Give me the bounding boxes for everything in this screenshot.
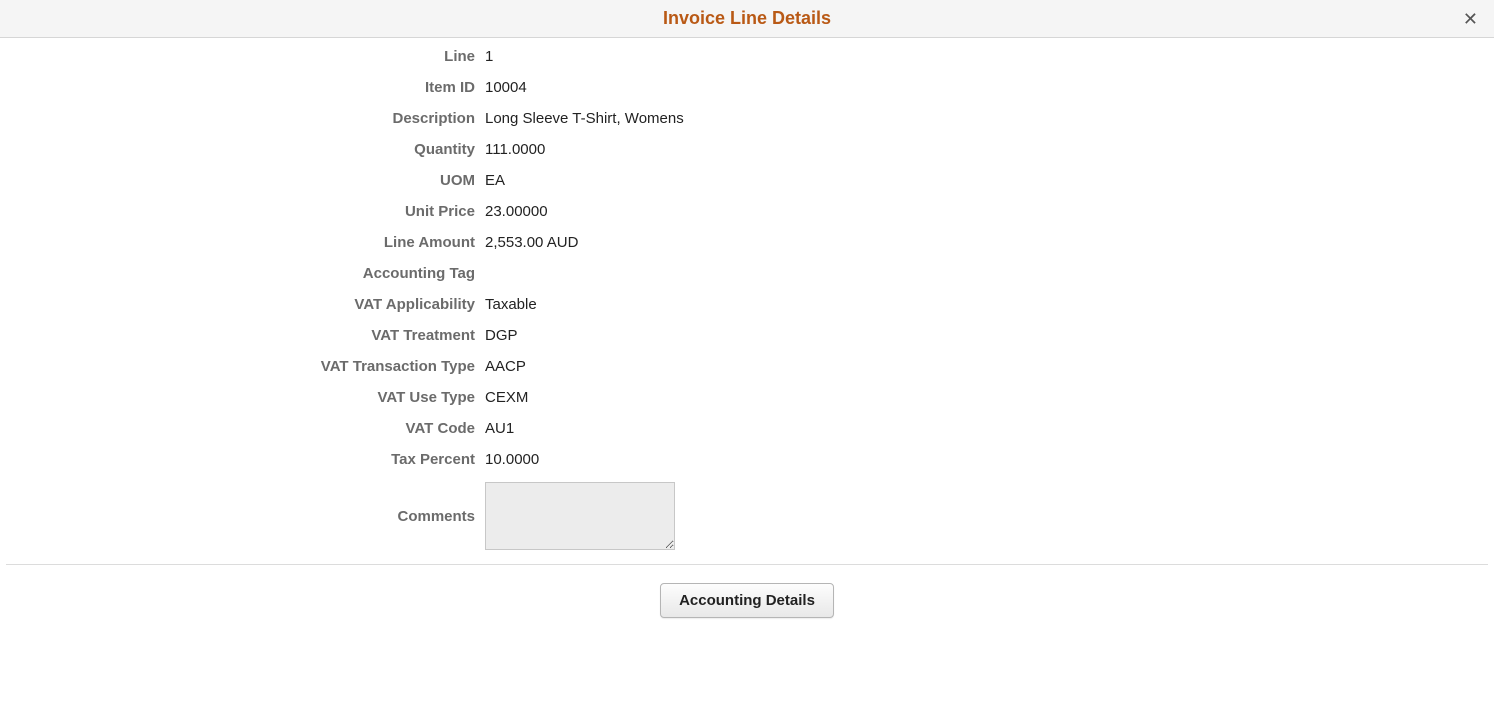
value-line: 1 [485, 48, 493, 65]
detail-form: Line 1 Item ID 10004 Description Long Sl… [0, 38, 1494, 550]
label-item-id: Item ID [0, 79, 485, 96]
value-tax-percent: 10.0000 [485, 451, 539, 468]
label-accounting-tag: Accounting Tag [0, 265, 485, 282]
accounting-details-button[interactable]: Accounting Details [660, 583, 834, 618]
value-unit-price: 23.00000 [485, 203, 548, 220]
comments-textarea[interactable] [485, 482, 675, 550]
label-line-amount: Line Amount [0, 234, 485, 251]
label-vat-transaction-type: VAT Transaction Type [0, 358, 485, 375]
label-vat-applicability: VAT Applicability [0, 296, 485, 313]
value-uom: EA [485, 172, 505, 189]
label-quantity: Quantity [0, 141, 485, 158]
close-icon[interactable]: ✕ [1459, 6, 1482, 32]
footer: Accounting Details [0, 583, 1494, 638]
value-vat-code: AU1 [485, 420, 514, 437]
label-line: Line [0, 48, 485, 65]
label-vat-use-type: VAT Use Type [0, 389, 485, 406]
value-vat-use-type: CEXM [485, 389, 528, 406]
value-vat-transaction-type: AACP [485, 358, 526, 375]
divider [6, 564, 1488, 565]
label-uom: UOM [0, 172, 485, 189]
value-description: Long Sleeve T-Shirt, Womens [485, 110, 684, 127]
modal-title: Invoice Line Details [663, 8, 831, 29]
label-vat-code: VAT Code [0, 420, 485, 437]
label-vat-treatment: VAT Treatment [0, 327, 485, 344]
value-quantity: 111.0000 [485, 141, 545, 158]
label-description: Description [0, 110, 485, 127]
value-vat-treatment: DGP [485, 327, 518, 344]
modal-header: Invoice Line Details ✕ [0, 0, 1494, 38]
value-line-amount: 2,553.00 AUD [485, 234, 578, 251]
label-unit-price: Unit Price [0, 203, 485, 220]
value-vat-applicability: Taxable [485, 296, 537, 313]
value-item-id: 10004 [485, 79, 527, 96]
label-tax-percent: Tax Percent [0, 451, 485, 468]
label-comments: Comments [0, 508, 485, 525]
